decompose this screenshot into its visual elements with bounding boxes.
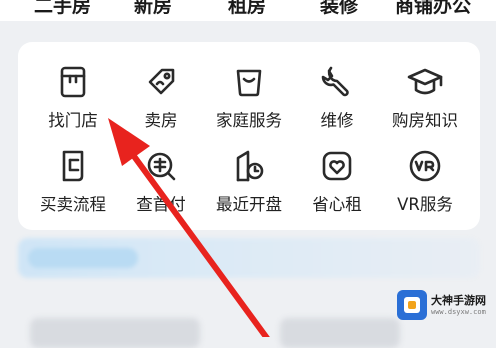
- vr-icon: [405, 146, 445, 186]
- grid-item-label: 买卖流程: [40, 195, 106, 214]
- wrench-icon: [317, 62, 357, 102]
- grid-item-label: 找门店: [48, 111, 98, 130]
- grid-item-label: VR服务: [397, 195, 453, 214]
- grid-item-find-store[interactable]: 找门店: [25, 62, 121, 136]
- promo-banner[interactable]: [18, 238, 480, 278]
- grid-item-easy-rent[interactable]: 省心租: [289, 146, 385, 220]
- grid-item-label: 维修: [320, 111, 354, 130]
- process-document-icon: [53, 146, 93, 186]
- tab-rent[interactable]: 租房: [228, 0, 266, 18]
- calculator-search-icon: [141, 146, 181, 186]
- grid-item-label: 最近开盘: [216, 195, 282, 214]
- grid-item-home-service[interactable]: 家庭服务: [201, 62, 297, 136]
- price-tag-icon: [141, 62, 181, 102]
- content-card[interactable]: [30, 318, 200, 348]
- grid-item-recent-opening[interactable]: 最近开盘: [201, 146, 297, 220]
- tab-decoration[interactable]: 装修: [320, 0, 358, 18]
- grid-item-repair[interactable]: 维修: [289, 62, 385, 136]
- grid-item-sell-house[interactable]: 卖房: [113, 62, 209, 136]
- tab-new-home[interactable]: 新房: [134, 0, 172, 18]
- banner-pill: [28, 248, 138, 268]
- grid-item-down-payment[interactable]: 查首付: [113, 146, 209, 220]
- storefront-icon: [53, 62, 93, 102]
- grid-item-label: 卖房: [144, 111, 178, 130]
- grid-item-label: 查首付: [136, 195, 186, 214]
- watermark-url: www.dsyxw.com: [431, 308, 486, 316]
- building-clock-icon: [229, 146, 269, 186]
- grid-item-buying-knowledge[interactable]: 购房知识: [377, 62, 473, 136]
- grid-item-trade-process[interactable]: 买卖流程: [25, 146, 121, 220]
- top-category-tabs: 二手房 新房 租房 装修 商铺办公: [0, 0, 496, 21]
- watermark-title: 大神手游网: [431, 294, 486, 307]
- grid-item-label: 家庭服务: [216, 111, 282, 130]
- content-card[interactable]: [280, 318, 400, 348]
- watermark-logo-icon: [397, 290, 427, 320]
- graduation-cap-icon: [405, 62, 445, 102]
- basket-icon: [229, 62, 269, 102]
- service-grid-card: 找门店 卖房 家庭服务 维修 购房知识 买卖流程 查首付 最近开盘 省心租 VR…: [18, 42, 480, 267]
- grid-item-vr-service[interactable]: VR服务: [377, 146, 473, 220]
- tab-second-hand[interactable]: 二手房: [34, 0, 91, 18]
- watermark: 大神手游网 www.dsyxw.com: [397, 288, 493, 322]
- grid-item-label: 购房知识: [392, 111, 458, 130]
- grid-item-label: 省心租: [312, 195, 362, 214]
- tab-shop-office[interactable]: 商铺办公: [395, 0, 471, 18]
- house-heart-icon: [317, 146, 357, 186]
